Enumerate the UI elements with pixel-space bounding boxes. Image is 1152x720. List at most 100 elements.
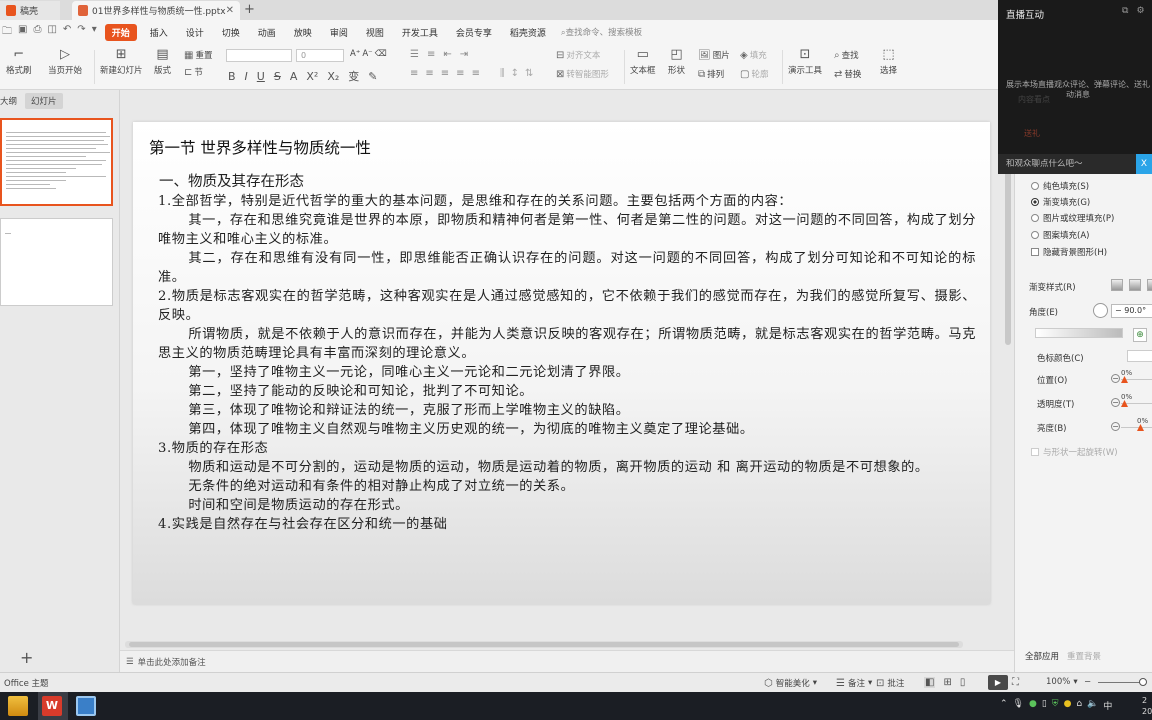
comments-button[interactable]: ⊡ 批注 bbox=[876, 677, 904, 690]
tab-document[interactable]: 01世界多样性与物质统一性.pptx ✕ bbox=[72, 1, 240, 20]
font-color-icon[interactable]: A bbox=[290, 70, 298, 83]
menu-review[interactable]: 审阅 bbox=[321, 26, 357, 39]
replace-button[interactable]: ⇄ 替换 bbox=[834, 68, 861, 81]
fill-option-solid[interactable]: 纯色填充(S) bbox=[1031, 180, 1089, 192]
tray-app-icon[interactable]: ● bbox=[1064, 699, 1072, 712]
settings-icon[interactable]: ⚙ bbox=[1136, 6, 1144, 16]
new-slide-button[interactable]: ⊞ 新建幻灯片 bbox=[100, 48, 143, 76]
gradient-style-radial[interactable] bbox=[1129, 279, 1141, 291]
fit-window-icon[interactable]: ⛶ bbox=[1012, 677, 1019, 688]
fill-option-gradient[interactable]: 渐变填充(G) bbox=[1031, 196, 1090, 208]
slide-thumbnail-1[interactable] bbox=[0, 118, 113, 206]
chevron-down-icon[interactable]: ▾ bbox=[92, 24, 97, 41]
section-button[interactable]: ⊏ 节 bbox=[184, 66, 203, 79]
close-tab-icon[interactable]: ✕ bbox=[226, 5, 234, 16]
clear-format-icon[interactable]: ⌫ bbox=[375, 49, 387, 59]
text-direction-icon[interactable]: ⇅ bbox=[525, 68, 533, 79]
fill-button[interactable]: ◈ 填充 bbox=[740, 49, 767, 62]
ime-indicator[interactable]: 中 bbox=[1103, 699, 1112, 712]
shape-button[interactable]: ◰ 形状 bbox=[668, 48, 685, 76]
pin-icon[interactable]: ⧉ bbox=[1122, 6, 1128, 16]
select-button[interactable]: ⬚ 选择 bbox=[880, 48, 897, 76]
fill-option-picture[interactable]: 图片或纹理填充(P) bbox=[1031, 212, 1114, 224]
add-slide-button[interactable]: + bbox=[20, 648, 33, 667]
volume-icon[interactable]: 🔈 bbox=[1087, 699, 1098, 712]
redo-icon[interactable]: ↷ bbox=[77, 24, 85, 41]
menu-transition[interactable]: 切换 bbox=[213, 26, 249, 39]
wps-app-icon[interactable]: W bbox=[42, 696, 62, 716]
open-icon[interactable]: 🗀 bbox=[2, 24, 12, 41]
gradient-style-linear[interactable] bbox=[1111, 279, 1123, 291]
underline-icon[interactable]: U bbox=[257, 70, 265, 83]
system-clock[interactable]: 2 202 bbox=[1142, 695, 1152, 717]
bold-icon[interactable]: B bbox=[228, 70, 236, 83]
reading-view-icon[interactable]: ▯ bbox=[960, 677, 966, 688]
reset-background-button[interactable]: 重置背景 bbox=[1063, 648, 1105, 664]
live-chat-input[interactable] bbox=[998, 159, 1128, 169]
new-tab-button[interactable]: + bbox=[244, 2, 255, 17]
strikethrough-icon[interactable]: S bbox=[274, 70, 281, 83]
apply-all-button[interactable]: 全部应用 bbox=[1021, 648, 1063, 664]
numbering-icon[interactable]: ≡ bbox=[427, 49, 435, 60]
align-center-icon[interactable]: ≡ bbox=[425, 68, 433, 79]
angle-dial-icon[interactable] bbox=[1093, 303, 1108, 318]
reset-button[interactable]: ▦ 重置 bbox=[184, 49, 212, 62]
command-search[interactable]: ⌕查找命令、搜索模板 bbox=[561, 26, 642, 38]
gradient-stops-bar[interactable] bbox=[1035, 328, 1123, 338]
play-from-current-button[interactable]: ▷ 当页开始 bbox=[48, 48, 82, 76]
tab-home[interactable]: 稿壳 bbox=[0, 1, 60, 20]
stop-color-select[interactable] bbox=[1127, 350, 1152, 362]
rotate-with-shape-checkbox[interactable]: 与形状一起旋转(W) bbox=[1031, 446, 1118, 458]
justify-icon[interactable]: ≡ bbox=[456, 68, 464, 79]
columns-icon[interactable]: ⫼ bbox=[500, 68, 505, 79]
menu-view[interactable]: 视图 bbox=[357, 26, 393, 39]
outline-button[interactable]: ▢ 轮廓 bbox=[740, 68, 768, 81]
bullets-icon[interactable]: ☰ bbox=[410, 49, 419, 60]
zoom-out-icon[interactable]: − bbox=[1084, 677, 1091, 687]
save-icon[interactable]: ▣ bbox=[18, 24, 27, 41]
zoom-slider-knob[interactable] bbox=[1139, 678, 1147, 686]
tray-expand-icon[interactable]: ⌃ bbox=[1000, 699, 1008, 712]
text-box-button[interactable]: ▭ 文本框 bbox=[630, 48, 656, 76]
print-icon[interactable]: ⎙ bbox=[33, 24, 41, 41]
menu-slideshow[interactable]: 放映 bbox=[285, 26, 321, 39]
undo-icon[interactable]: ↶ bbox=[63, 24, 71, 41]
align-right-icon[interactable]: ≡ bbox=[441, 68, 449, 79]
distributed-icon[interactable]: ≡ bbox=[472, 68, 480, 79]
font-name-select[interactable] bbox=[226, 49, 292, 62]
notes-bar[interactable]: ☰ 单击此处添加备注 bbox=[120, 650, 1014, 672]
zoom-level[interactable]: 100% ▾ bbox=[1046, 677, 1078, 687]
slide-thumbnail-2[interactable] bbox=[0, 218, 113, 306]
char-spacing-icon[interactable]: 变 bbox=[348, 68, 359, 84]
file-explorer-icon[interactable] bbox=[8, 696, 28, 716]
live-send-button[interactable]: X bbox=[1136, 154, 1152, 174]
menu-member[interactable]: 会员专享 bbox=[447, 26, 501, 39]
highlight-icon[interactable]: ✎ bbox=[368, 70, 377, 83]
grow-font-icon[interactable]: A⁺ bbox=[350, 49, 360, 59]
smart-art-button[interactable]: ⊠ 转智能图形 bbox=[556, 68, 609, 81]
notes-toggle-button[interactable]: ☰ 备注 ▾ bbox=[836, 677, 872, 690]
angle-input[interactable]: − 90.0° bbox=[1111, 304, 1152, 318]
network-icon[interactable]: ⌂ bbox=[1076, 699, 1082, 712]
menu-insert[interactable]: 插入 bbox=[141, 26, 177, 39]
line-spacing-icon[interactable]: ↕ bbox=[511, 68, 519, 79]
indent-increase-icon[interactable]: ⇥ bbox=[460, 49, 468, 60]
indent-decrease-icon[interactable]: ⇤ bbox=[443, 49, 451, 60]
font-size-select[interactable]: 0 bbox=[296, 49, 344, 62]
slide[interactable]: 第一节 世界多样性与物质统一性 一、物质及其存在形态 1.全部哲学，特别是近代哲… bbox=[133, 122, 990, 604]
align-left-icon[interactable]: ≡ bbox=[410, 68, 418, 79]
superscript-icon[interactable]: X² bbox=[306, 70, 318, 83]
menu-developer[interactable]: 开发工具 bbox=[393, 26, 447, 39]
hide-background-checkbox[interactable]: 隐藏背景图形(H) bbox=[1031, 246, 1107, 258]
vertical-scrollbar[interactable] bbox=[1004, 95, 1012, 645]
presentation-tools-button[interactable]: ⊡ 演示工具 bbox=[788, 48, 822, 76]
play-slideshow-button[interactable]: ▶ bbox=[988, 675, 1008, 690]
normal-view-icon[interactable]: ◧ bbox=[924, 677, 936, 688]
arrange-button[interactable]: ⧉ 排列 bbox=[698, 68, 724, 81]
security-icon[interactable]: ⛨ bbox=[1052, 699, 1059, 712]
tab-slides[interactable]: 幻灯片 bbox=[25, 93, 63, 109]
position-decrease-icon[interactable]: − bbox=[1111, 374, 1120, 383]
tab-outline[interactable]: 大纲 bbox=[0, 95, 17, 107]
theme-name[interactable]: Office 主题 bbox=[4, 677, 49, 689]
italic-icon[interactable]: I bbox=[245, 70, 248, 83]
